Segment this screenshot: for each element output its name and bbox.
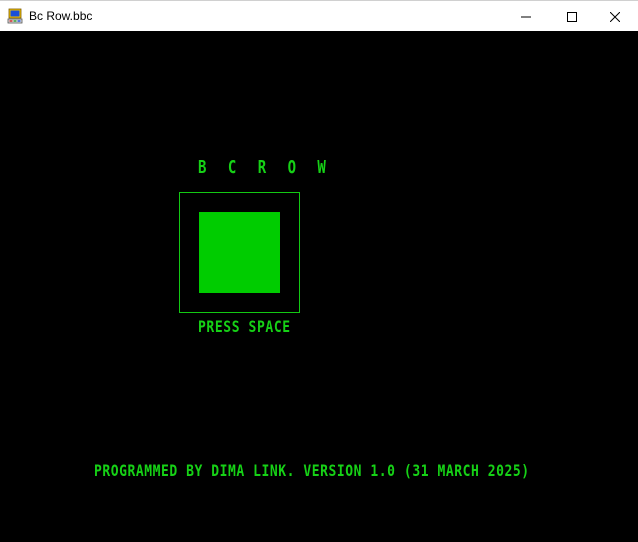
- close-button[interactable]: [592, 1, 638, 31]
- minimize-button[interactable]: [503, 1, 549, 31]
- app-window: Bc Row.bbc B C R O W PRESS SPACE PROGRAM…: [0, 0, 638, 542]
- credits-text: PROGRAMMED BY DIMA LINK. VERSION 1.0 (31…: [94, 462, 530, 481]
- maximize-button[interactable]: [549, 1, 595, 31]
- bbc-basic-app-icon: [7, 8, 23, 24]
- window-title: Bc Row.bbc: [29, 9, 93, 23]
- game-screen[interactable]: B C R O W PRESS SPACE PROGRAMMED BY DIMA…: [0, 31, 638, 542]
- maximize-icon: [567, 7, 577, 26]
- title-bar[interactable]: Bc Row.bbc: [0, 0, 638, 31]
- close-icon: [609, 7, 621, 26]
- press-space-prompt: PRESS SPACE: [198, 318, 291, 337]
- green-block: [199, 212, 280, 293]
- game-title: B C R O W: [198, 158, 333, 178]
- minimize-icon: [521, 7, 531, 26]
